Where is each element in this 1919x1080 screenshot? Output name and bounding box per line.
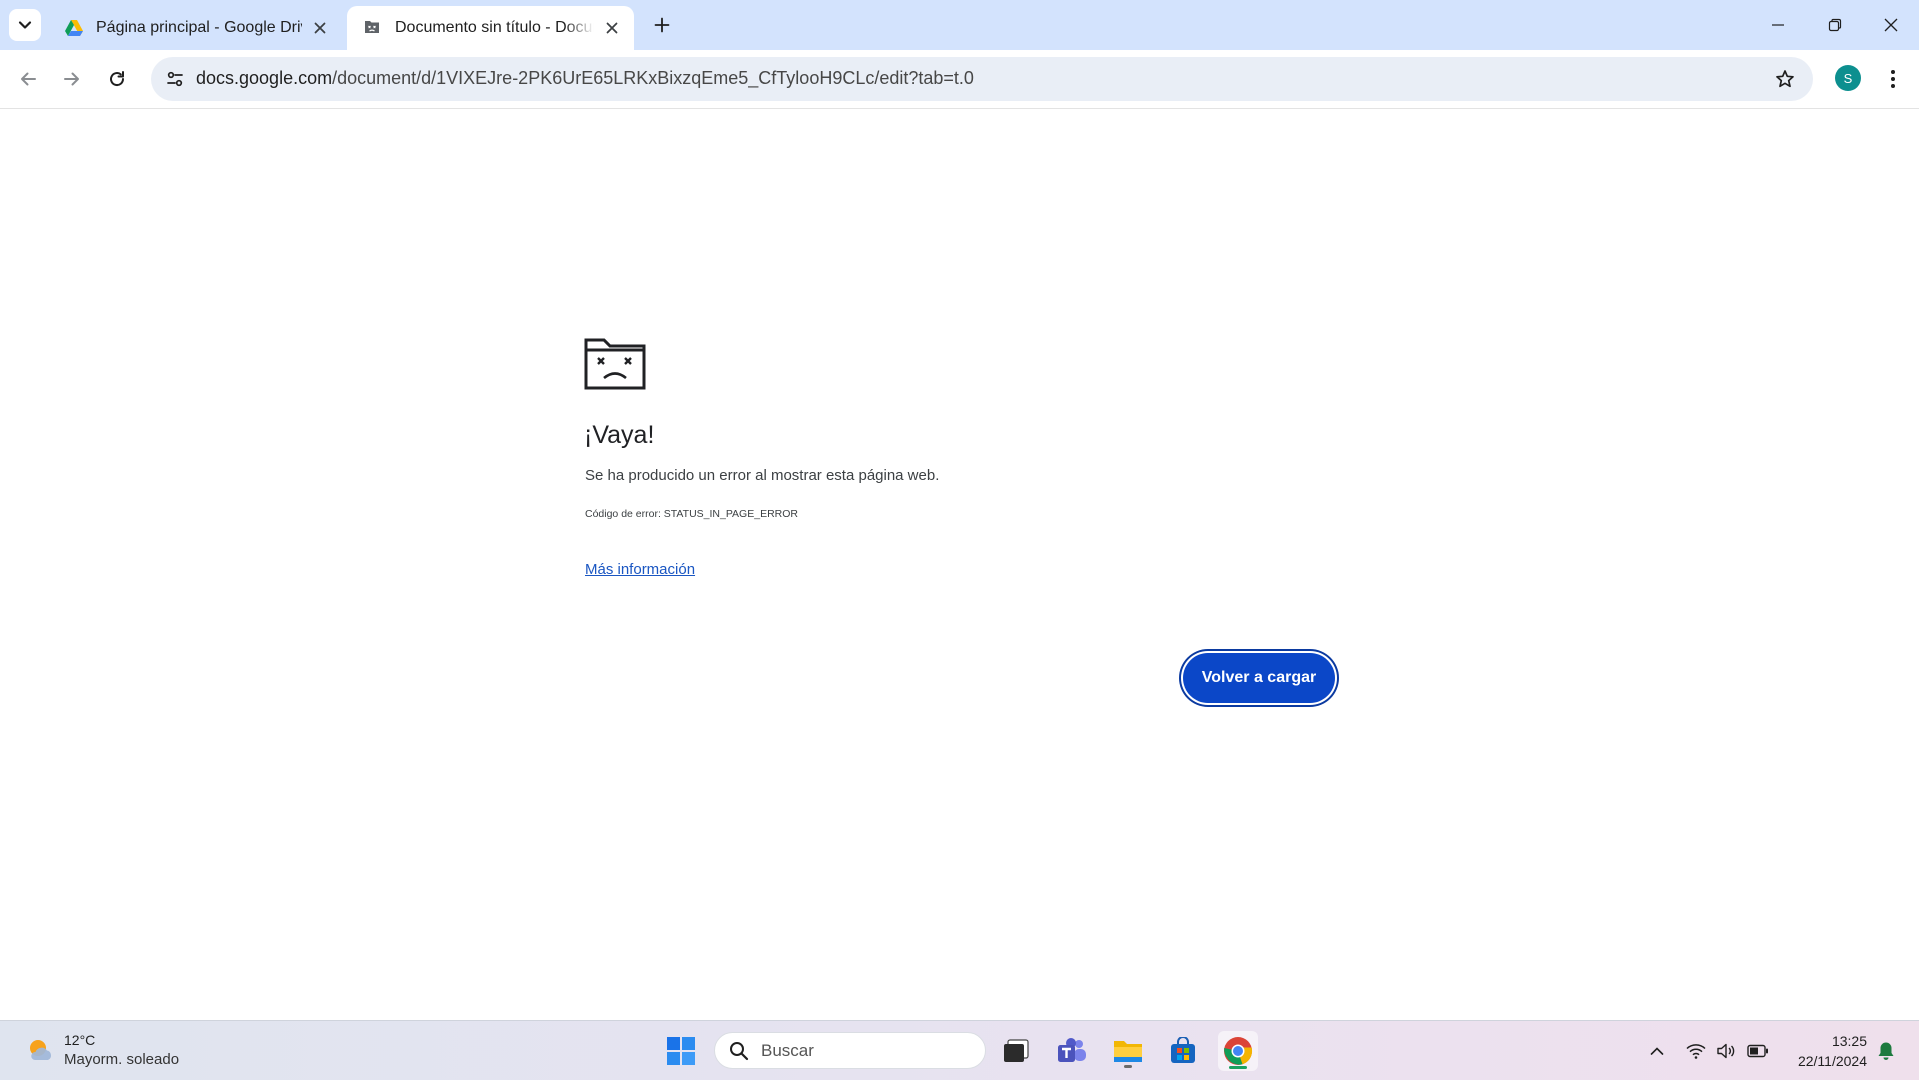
docs-crashed-icon [363, 18, 383, 38]
file-explorer-button[interactable] [1108, 1031, 1148, 1071]
file-explorer-icon [1114, 1041, 1142, 1062]
chevron-down-icon [18, 21, 32, 29]
forward-button[interactable] [55, 62, 89, 96]
start-button[interactable] [661, 1031, 701, 1071]
close-tab-icon[interactable] [602, 18, 622, 38]
start-icon [667, 1037, 695, 1065]
search-placeholder: Buscar [761, 1040, 814, 1060]
wifi-icon [1686, 1044, 1706, 1059]
clock[interactable]: 13:25 22/11/2024 [1780, 1031, 1867, 1071]
clock-time: 13:25 [1831, 1033, 1867, 1049]
close-tab-icon[interactable] [310, 18, 330, 38]
running-indicator [1124, 1065, 1132, 1068]
google-drive-icon [64, 18, 84, 38]
kebab-menu-icon [1891, 70, 1895, 88]
profile-initial: S [1843, 70, 1853, 86]
error-message: Se ha producido un error al mostrar esta… [585, 467, 940, 484]
teams-icon [1058, 1038, 1086, 1062]
speaker-icon [1717, 1043, 1735, 1059]
bookmark-button[interactable] [1769, 63, 1801, 95]
wifi-status[interactable] [1684, 1039, 1708, 1063]
sad-tab-icon [584, 338, 646, 390]
reload-page-button[interactable]: Volver a cargar [1183, 653, 1335, 703]
url-path: /document/d/1VIXEJre-2PK6UrE65LRKxBixzqE… [332, 68, 974, 88]
clock-date: 22/11/2024 [1797, 1053, 1867, 1069]
close-window-button[interactable] [1862, 0, 1919, 50]
address-bar[interactable]: docs.google.com/document/d/1VIXEJre-2PK6… [151, 57, 1813, 101]
active-indicator [1229, 1066, 1247, 1069]
error-heading: ¡Vaya! [584, 421, 655, 449]
chevron-up-icon [1650, 1047, 1664, 1055]
weather-widget[interactable]: 12°C Mayorm. soleado [26, 1031, 179, 1069]
task-view-icon [1004, 1039, 1029, 1062]
windows-taskbar: 12°C Mayorm. soleado Buscar 13:25 22/11/… [0, 1020, 1919, 1080]
microsoft-store-icon [1171, 1037, 1195, 1063]
close-icon [1884, 18, 1897, 32]
volume-status[interactable] [1714, 1039, 1738, 1063]
back-button[interactable] [11, 62, 45, 96]
more-info-link[interactable]: Más información [585, 561, 695, 578]
tab-title: Documento sin título - Documentos de Goo… [395, 19, 594, 36]
back-arrow-icon [21, 72, 36, 86]
weather-condition: Mayorm. soleado [64, 1051, 180, 1068]
search-icon [730, 1041, 749, 1060]
chrome-taskbar-button[interactable] [1218, 1031, 1258, 1071]
forward-arrow-icon [64, 72, 79, 86]
url-text[interactable]: docs.google.com/document/d/1VIXEJre-2PK6… [196, 68, 974, 89]
tab-documento-sin-titulo[interactable]: Documento sin título - Documentos de Goo… [347, 6, 634, 50]
tab-title: Página principal - Google Drive [96, 19, 302, 36]
profile-avatar[interactable]: S [1835, 65, 1861, 91]
weather-temperature: 12°C [64, 1032, 96, 1048]
reload-icon [110, 71, 125, 87]
partly-sunny-icon [30, 1040, 52, 1060]
minimize-icon [1771, 24, 1784, 26]
tune-icon [167, 71, 183, 87]
teams-button[interactable] [1052, 1031, 1092, 1071]
battery-icon [1747, 1044, 1768, 1058]
error-code: Código de error: STATUS_IN_PAGE_ERROR [585, 508, 798, 520]
bell-icon [1878, 1042, 1894, 1060]
notifications-button[interactable] [1874, 1039, 1898, 1063]
restore-button[interactable] [1806, 0, 1863, 50]
minimize-button[interactable] [1749, 0, 1806, 50]
battery-status[interactable] [1746, 1039, 1770, 1063]
plus-icon [654, 17, 670, 33]
chrome-menu-button[interactable] [1876, 62, 1910, 96]
tab-strip: Página principal - Google Drive Document… [0, 0, 1919, 50]
show-hidden-icons-button[interactable] [1645, 1039, 1669, 1063]
page-content: ¡Vaya! Se ha producido un error al mostr… [0, 109, 1919, 1020]
url-host: docs.google.com [196, 68, 333, 88]
tab-search-button[interactable] [9, 9, 41, 41]
reload-button[interactable] [100, 62, 134, 96]
site-info-button[interactable] [159, 63, 191, 95]
browser-toolbar: docs.google.com/document/d/1VIXEJre-2PK6… [0, 50, 1919, 109]
star-icon [1776, 70, 1794, 88]
restore-icon [1828, 18, 1841, 32]
task-view-button[interactable] [996, 1031, 1036, 1071]
microsoft-store-button[interactable] [1163, 1031, 1203, 1071]
tab-google-drive[interactable]: Página principal - Google Drive [48, 6, 342, 50]
new-tab-button[interactable] [648, 11, 676, 39]
chrome-icon [1224, 1037, 1253, 1065]
taskbar-search[interactable]: Buscar [714, 1032, 986, 1069]
